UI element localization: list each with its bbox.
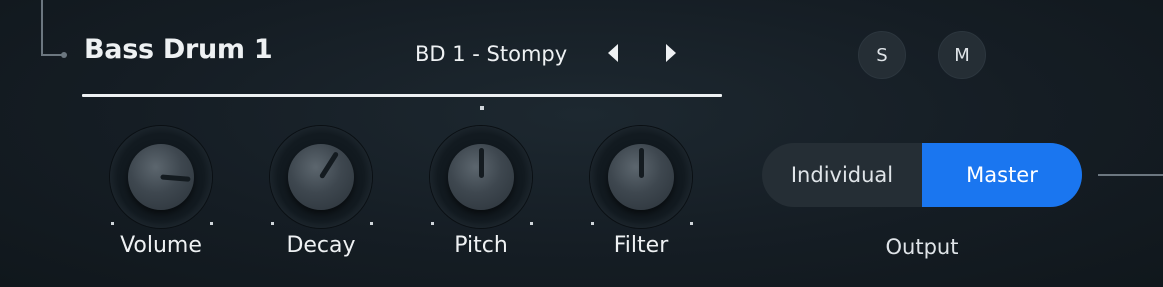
center-marker [480, 106, 484, 110]
next-preset-icon[interactable] [666, 44, 676, 62]
tree-connector-vertical [41, 0, 43, 55]
decay-label: Decay [286, 233, 356, 258]
tree-connector-horizontal [41, 54, 63, 56]
output-master-option[interactable]: Master [922, 143, 1082, 207]
decay-max-tick [370, 222, 373, 225]
filter-max-tick [690, 222, 693, 225]
output-connector-line [1098, 174, 1163, 176]
volume-min-tick [111, 222, 114, 225]
volume-label: Volume [120, 233, 202, 258]
output-individual-option[interactable]: Individual [762, 143, 922, 207]
decay-min-tick [271, 222, 274, 225]
solo-button[interactable]: S [858, 31, 906, 79]
knob-pointer [479, 148, 484, 178]
pitch-max-tick [530, 222, 533, 225]
tree-connector-dot [61, 52, 67, 58]
volume-knob[interactable] [110, 126, 212, 228]
decay-knob[interactable] [270, 126, 372, 228]
volume-max-tick [210, 222, 213, 225]
pitch-label: Pitch [454, 233, 508, 258]
channel-name[interactable]: Bass Drum 1 [84, 34, 273, 65]
filter-knob[interactable] [590, 126, 692, 228]
pitch-knob[interactable] [430, 126, 532, 228]
preset-name[interactable]: BD 1 - Stompy [415, 42, 567, 66]
pitch-min-tick [431, 222, 434, 225]
mute-button[interactable]: M [938, 31, 986, 79]
header-underline [82, 94, 722, 97]
filter-min-tick [591, 222, 594, 225]
knob-pointer [639, 148, 644, 178]
filter-label: Filter [613, 233, 669, 258]
output-label: Output [885, 235, 959, 259]
previous-preset-icon[interactable] [608, 44, 618, 62]
output-selector: Individual Master [762, 143, 1082, 207]
